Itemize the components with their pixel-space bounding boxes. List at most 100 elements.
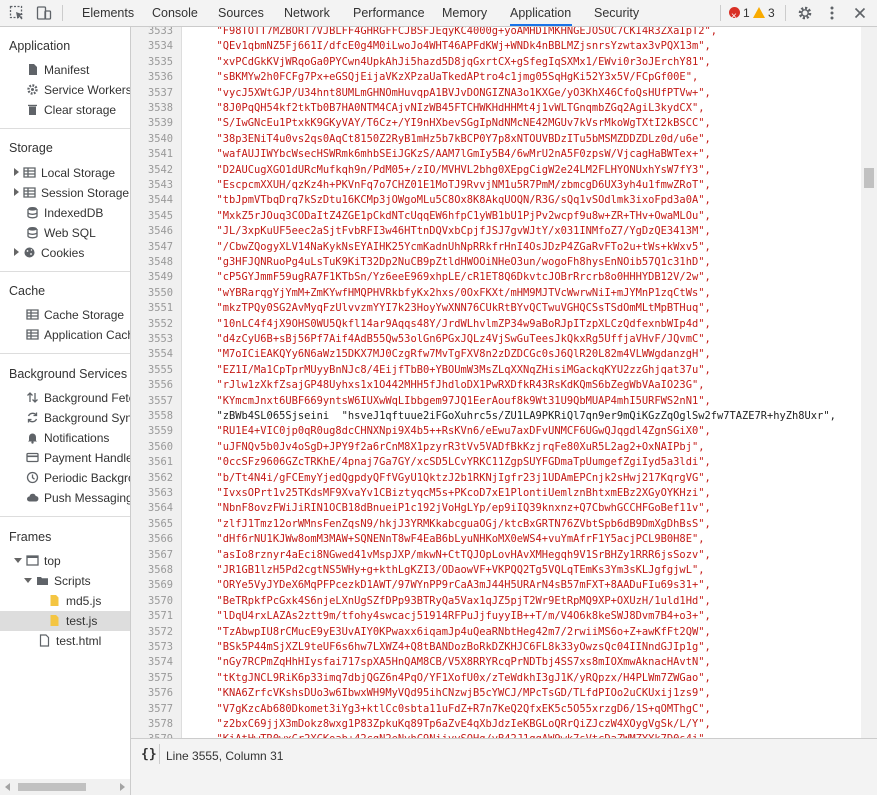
tab-memory[interactable]: Memory [442, 0, 487, 26]
line-text: "KNA6ZrfcVKshsDUo3w6IbwxWH9MyVQd95ihCNzw… [204, 687, 711, 700]
line-number: 3576 [147, 687, 173, 700]
bell-icon [26, 430, 39, 444]
tab-sources[interactable]: Sources [218, 0, 264, 26]
file-test-html[interactable]: test.html [38, 631, 101, 651]
line-text: "V7gKzcAb680Dkomet3iYg3+ktlCc0sbta11uFdZ… [204, 702, 711, 715]
sidebar-item-cache-storage[interactable]: Cache Storage [26, 305, 124, 325]
up-down-arrows-icon [26, 390, 39, 403]
sidebar-item-web-sql[interactable]: Web SQL [26, 223, 96, 243]
code-line: 3545 "MxkZ5rJOuq3CODaItZ4ZGE1pCkdNTcUqqE… [131, 209, 861, 224]
line-number: 3554 [147, 348, 173, 361]
clock-icon [26, 470, 39, 484]
code-line: 3533 "F98TOTT7MZBORT7VJBLFF4GHRGFFCJBSFJ… [131, 27, 861, 39]
line-text: "BSk5P44mSjXZL9teUF6s6hw7LXWZ4+Q8tBANDoz… [204, 641, 711, 653]
line-text: "EZ1I/Ma1CpTprMUyyBnNJc8/4EijfTbB0+YBOUm… [204, 363, 711, 376]
scroll-right-arrow-icon[interactable] [120, 783, 125, 791]
line-text: "rJlw1zXkfZsajGP48Uyhxs1x1O442MHH5fJhdlo… [204, 379, 705, 392]
code-line: 3543 "EscpcmXXUH/qzKz4h+PKVnFq7o7CHZ01E1… [131, 178, 861, 193]
code-line: 3571 "lDqU4rxLAZAs2ztt9m/tfohy4swcacj519… [131, 609, 861, 624]
sidebar-item-service-workers[interactable]: Service Workers [26, 80, 130, 100]
line-number: 3575 [147, 671, 173, 684]
sidebar-item-push-messaging[interactable]: Push Messaging [26, 488, 130, 508]
frame-top[interactable]: top [14, 551, 61, 571]
line-number: 3570 [147, 594, 173, 607]
section-title-storage: Storage [9, 141, 53, 155]
section-title-frames: Frames [9, 530, 52, 544]
line-text: "tKtgJNCL9RiK6p33imq7dbjQGZ6n4PqO/YF1Xof… [204, 671, 711, 684]
tab-performance[interactable]: Performance [353, 0, 425, 26]
file-test-js[interactable]: test.js [0, 611, 130, 631]
line-number: 3533 [147, 27, 173, 37]
device-toolbar-icon[interactable] [36, 5, 52, 21]
code-line: 3536 "sBKMYw2h0FCFg7Px+eGSQjEijaVKzXPzaU… [131, 70, 861, 85]
code-line: 3546 "JL/3xpKuUF5eec2aSjtFvbRFI3w46HTtnD… [131, 224, 861, 239]
sidebar-item-clear-storage[interactable]: Clear storage [26, 100, 116, 120]
tab-elements[interactable]: Elements [82, 0, 134, 26]
line-number: 3551 [147, 302, 173, 315]
devtools-toolbar: Elements Console Sources Network Perform… [0, 0, 877, 30]
expand-arrow-icon[interactable] [14, 188, 19, 196]
line-number: 3535 [147, 55, 173, 68]
inspect-element-icon[interactable] [9, 5, 25, 21]
scrollbar-thumb[interactable] [864, 168, 874, 188]
line-text: "JL/3xpKuUF5eec2aSjtFvbRFI3w46HTtnDQVxbC… [204, 225, 711, 238]
expand-arrow-icon[interactable] [14, 168, 19, 176]
tab-network[interactable]: Network [284, 0, 330, 26]
code-line: 3535 "xvPCdGkKVjWRqoGa0PYCwn4UpkAhJi5haz… [131, 55, 861, 70]
line-text: "10nLC4f4jX9OHS0WU5Qkfl14ar9Aqqs48Y/JrdW… [204, 317, 711, 330]
source-code-editor[interactable]: 3533 "F98TOTT7MZBORT7VJBLFF4GHRGFFCJBSFJ… [131, 27, 877, 738]
warning-count-badge[interactable]: 3 [753, 0, 775, 26]
line-number: 3568 [147, 564, 173, 576]
line-text: "zlfJ1Tmz12orWMnsFenZqsN9/hkjJ3YRMKkabcg… [204, 517, 711, 530]
scroll-left-arrow-icon[interactable] [5, 783, 10, 791]
frame-scripts-folder[interactable]: Scripts [24, 571, 91, 591]
close-devtools-icon[interactable] [852, 5, 868, 21]
collapse-arrow-icon[interactable] [24, 578, 32, 583]
code-line: 3567 "asIo8rznyr4aEci8NGwed41vMspJXP/mkw… [131, 548, 861, 563]
scrollbar-thumb[interactable] [18, 783, 86, 791]
code-line: 3541 "wafAUJIWYbcWsecHSWRmk6mhbSEiJGKzS/… [131, 147, 861, 162]
error-icon [729, 4, 740, 30]
sidebar-item-manifest[interactable]: Manifest [26, 60, 89, 80]
code-line: 3558 "zBWb4SL065Sjseini "hsveJ1qftuue2iF… [131, 409, 861, 424]
sidebar-item-notifications[interactable]: Notifications [26, 428, 109, 448]
collapse-arrow-icon[interactable] [14, 558, 22, 563]
error-count-badge[interactable]: 1 [729, 0, 750, 30]
line-text: "d4zCyU6B+sBj56Pf7Aif4AdB55Qw53olGn6PGxJ… [204, 333, 711, 345]
sidebar-item-session-storage[interactable]: Session Storage [14, 183, 129, 203]
sidebar-item-background-fetch[interactable]: Background Fetch [26, 388, 130, 408]
tab-console[interactable]: Console [152, 0, 198, 26]
line-number: 3567 [147, 548, 173, 561]
sidebar-horizontal-scrollbar[interactable] [0, 779, 130, 795]
sidebar-item-payment-handler[interactable]: Payment Handler [26, 448, 130, 468]
line-number: 3541 [147, 148, 173, 161]
more-options-icon[interactable] [824, 5, 840, 21]
sidebar-item-indexeddb[interactable]: IndexedDB [26, 203, 103, 223]
file-md5-js[interactable]: md5.js [48, 591, 101, 611]
editor-vertical-scrollbar[interactable] [861, 27, 877, 738]
line-text: "ORYe5VyJYDeX6MqPFPcezkD1AWT/97WYnPP9rCa… [204, 579, 711, 592]
settings-gear-icon[interactable] [797, 5, 813, 21]
sidebar-item-local-storage[interactable]: Local Storage [14, 163, 115, 183]
tab-security[interactable]: Security [594, 0, 639, 26]
database-icon [26, 225, 39, 239]
line-number: 3548 [147, 256, 173, 268]
section-divider [0, 516, 130, 517]
pretty-print-button[interactable]: {} [141, 747, 157, 762]
sidebar-item-application-cache[interactable]: Application Cache [26, 325, 130, 345]
code-line: 3569 "ORYe5VyJYDeX6MqPFPcezkD1AWT/97WYnP… [131, 578, 861, 593]
line-text: "/CbwZQogyXLV14NaKykNsEYAIHK25YcmKadnUhN… [204, 240, 711, 253]
tab-application[interactable]: Application [510, 0, 572, 26]
line-text: "38p3ENiT4u0vs2qs0AqCt8150Z2RyB1mHz5b7kB… [204, 132, 711, 145]
js-file-icon [48, 613, 61, 626]
editor-status-bar: {} Line 3555, Column 31 [131, 738, 877, 795]
expand-arrow-icon[interactable] [14, 248, 19, 256]
sidebar-item-periodic-background-sync[interactable]: Periodic Background Sync [26, 468, 130, 488]
line-number: 3559 [147, 425, 173, 438]
sidebar-item-background-sync[interactable]: Background Sync [26, 408, 130, 428]
line-text: "cP5GYJmmF59ugRA7F1KTbSn/Yz6eeE969xhpLE/… [204, 271, 711, 284]
line-number: 3571 [147, 610, 173, 623]
line-text: "S/IwGNcEu1PtxkK9GKyVAY/T6Cz+/YI9nHXbevS… [204, 117, 711, 130]
sidebar-item-cookies[interactable]: Cookies [14, 243, 84, 263]
status-divider [159, 744, 160, 764]
